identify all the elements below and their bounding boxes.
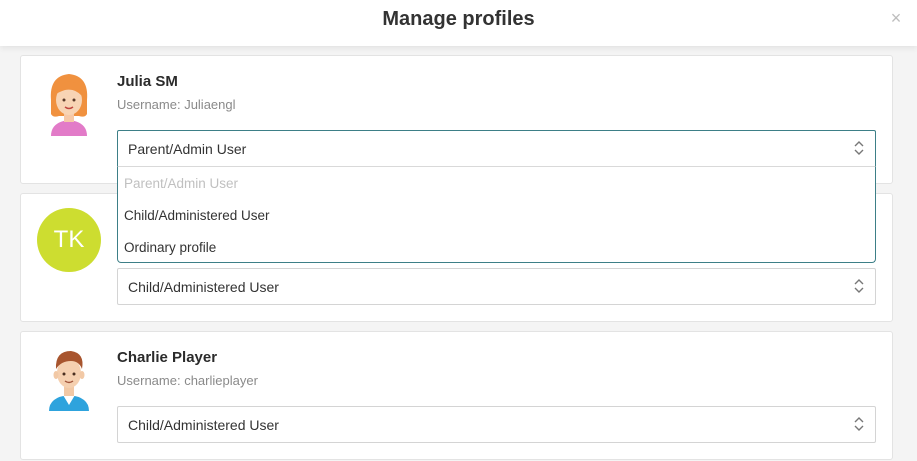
dropdown-option-parent-admin: Parent/Admin User bbox=[124, 176, 239, 191]
role-select-value: Child/Administered User bbox=[128, 279, 279, 295]
select-arrows-icon bbox=[853, 276, 865, 296]
role-select[interactable]: Child/Administered User bbox=[117, 406, 876, 443]
boy-avatar-icon bbox=[45, 347, 93, 411]
close-icon: × bbox=[890, 8, 902, 28]
profile-username: Username: Juliaengl bbox=[117, 97, 236, 112]
role-select[interactable]: Child/Administered User bbox=[117, 268, 876, 305]
girl-avatar-icon bbox=[45, 70, 93, 136]
profile-name: Charlie Player bbox=[117, 349, 218, 366]
close-button[interactable]: × bbox=[887, 9, 905, 27]
role-select[interactable]: Parent/Admin User bbox=[117, 130, 876, 167]
avatar-initials: TK bbox=[37, 208, 101, 272]
role-select-value: Child/Administered User bbox=[128, 417, 279, 433]
profile-username: Username: charlieplayer bbox=[117, 373, 258, 388]
dropdown-option-child-administered[interactable]: Child/Administered User bbox=[124, 208, 270, 223]
role-dropdown-menu: Parent/Admin User Child/Administered Use… bbox=[117, 166, 876, 263]
role-select-value: Parent/Admin User bbox=[128, 141, 247, 157]
profile-name: Julia SM bbox=[117, 73, 178, 90]
dropdown-option-ordinary[interactable]: Ordinary profile bbox=[124, 240, 216, 255]
modal-header: Manage profiles × bbox=[0, 0, 917, 46]
select-arrows-icon bbox=[853, 414, 865, 434]
select-arrows-icon bbox=[853, 138, 865, 158]
page-title: Manage profiles bbox=[382, 8, 535, 30]
